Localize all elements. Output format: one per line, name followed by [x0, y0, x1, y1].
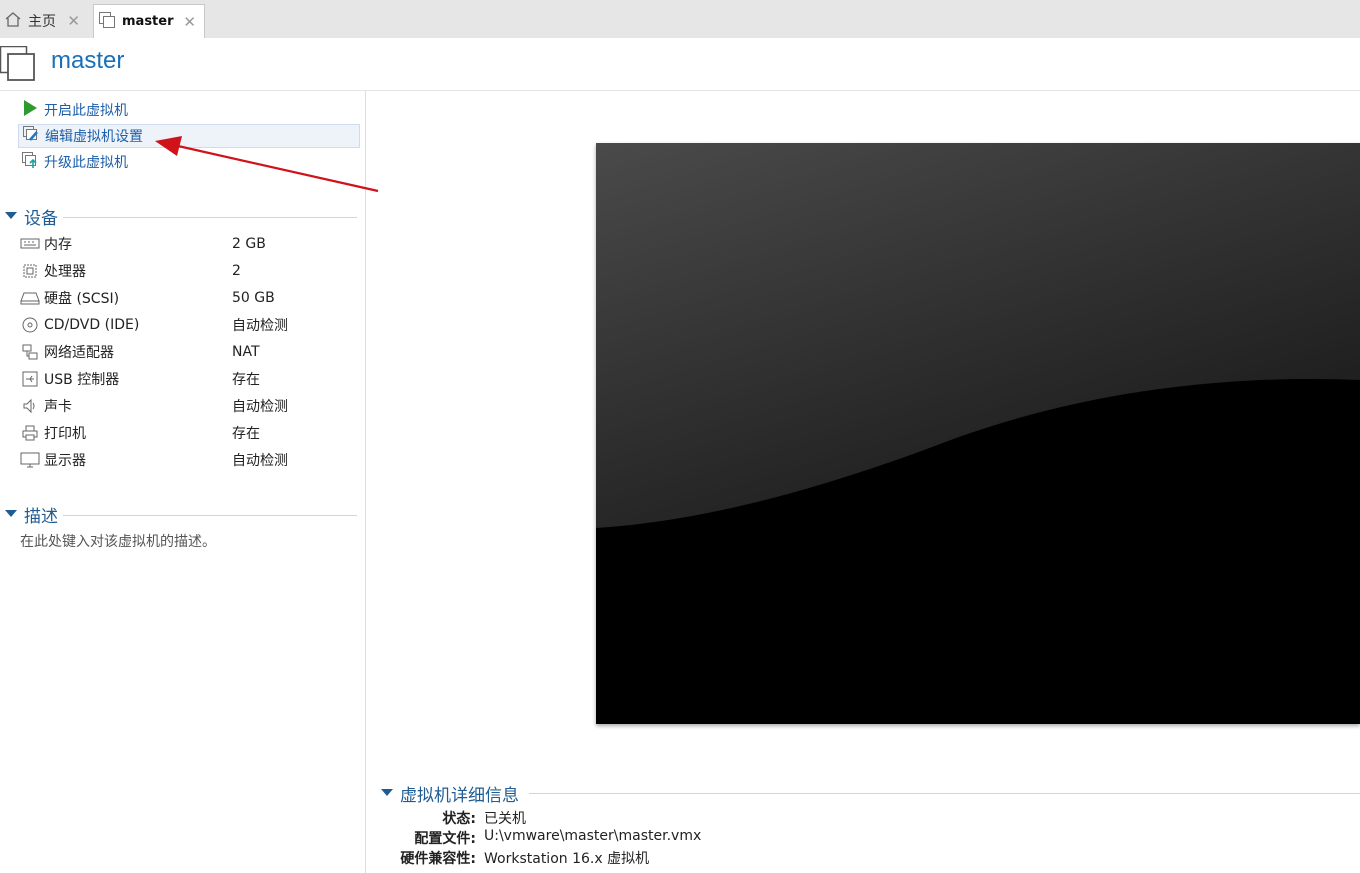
device-value: NAT	[232, 344, 260, 360]
device-name: 处理器	[44, 264, 86, 280]
device-row-display[interactable]: 显示器 自动检测	[20, 449, 360, 471]
device-value: 自动检测	[232, 318, 288, 334]
device-row-network[interactable]: 网络适配器 NAT	[20, 341, 360, 363]
vm-icon	[0, 45, 38, 88]
collapse-icon[interactable]	[381, 789, 393, 796]
tab-home[interactable]: 主页 ✕	[0, 4, 88, 38]
device-row-sound[interactable]: 声卡 自动检测	[20, 395, 360, 417]
devices-section-title: 设备	[24, 209, 58, 229]
tab-master-label: master	[122, 14, 174, 29]
device-value: 存在	[232, 372, 260, 388]
play-icon	[21, 99, 39, 121]
description-section-title: 描述	[24, 507, 58, 527]
device-row-usb[interactable]: USB 控制器 存在	[20, 368, 360, 390]
detail-key: 硬件兼容性:	[400, 851, 476, 867]
collapse-icon[interactable]	[5, 510, 17, 517]
device-row-memory[interactable]: 内存 2 GB	[20, 233, 360, 255]
device-value: 自动检测	[232, 453, 288, 469]
device-row-cpu[interactable]: 处理器 2	[20, 260, 360, 282]
description-section-header[interactable]: 描述	[5, 504, 357, 527]
device-name: 显示器	[44, 453, 86, 469]
devices-section-header[interactable]: 设备	[5, 206, 357, 229]
usb-icon	[20, 370, 40, 388]
detail-key: 状态:	[442, 811, 476, 827]
edit-settings-icon	[22, 125, 40, 147]
vm-header: master	[0, 38, 1360, 91]
action-label: 开启此虚拟机	[44, 103, 128, 119]
cd-icon	[20, 316, 40, 334]
monitor-icon	[20, 451, 40, 469]
divider	[63, 217, 357, 218]
edit-vm-settings-button[interactable]: 编辑虚拟机设置	[18, 124, 360, 148]
page-title: master	[51, 47, 125, 74]
device-name: USB 控制器	[44, 372, 120, 388]
cpu-icon	[20, 262, 40, 280]
divider	[529, 793, 1360, 794]
detail-value: U:\vmware\master\master.vmx	[484, 828, 702, 844]
device-name: CD/DVD (IDE)	[44, 317, 140, 333]
vm-screen-graphic	[596, 143, 1360, 724]
device-name: 内存	[44, 237, 72, 253]
device-value: 存在	[232, 426, 260, 442]
vm-icon	[98, 11, 116, 33]
memory-icon	[20, 235, 40, 253]
device-row-printer[interactable]: 打印机 存在	[20, 422, 360, 444]
vm-screen-preview[interactable]	[596, 143, 1360, 724]
tab-master[interactable]: master ✕	[93, 4, 205, 38]
device-value: 2 GB	[232, 236, 266, 252]
detail-row-config-file: 配置文件: U:\vmware\master\master.vmx	[381, 828, 1360, 848]
harddisk-icon	[20, 289, 40, 307]
device-row-cd-dvd[interactable]: CD/DVD (IDE) 自动检测	[20, 314, 360, 336]
vm-details-section-header[interactable]: 虚拟机详细信息	[381, 781, 1360, 806]
device-value: 50 GB	[232, 290, 275, 306]
device-name: 硬盘 (SCSI)	[44, 291, 120, 307]
detail-row-status: 状态: 已关机	[381, 808, 1360, 828]
tab-home-label: 主页	[28, 14, 56, 30]
device-value: 自动检测	[232, 399, 288, 415]
power-on-vm-button[interactable]: 开启此虚拟机	[18, 98, 360, 122]
left-panel: 开启此虚拟机 编辑虚拟机设置 升级此虚拟机 设备 内存 2 GB 处理器 2 硬…	[0, 91, 366, 873]
detail-key: 配置文件:	[414, 831, 476, 847]
network-icon	[20, 343, 40, 361]
description-text[interactable]: 在此处键入对该虚拟机的描述。	[20, 531, 216, 551]
vm-details-title: 虚拟机详细信息	[400, 786, 519, 806]
action-label: 升级此虚拟机	[44, 155, 128, 171]
tab-bar: 主页 ✕ master ✕	[0, 0, 1360, 38]
printer-icon	[20, 424, 40, 442]
speaker-icon	[20, 397, 40, 415]
action-label: 编辑虚拟机设置	[45, 129, 143, 145]
device-name: 打印机	[44, 426, 86, 442]
detail-value: 已关机	[484, 811, 526, 827]
device-row-harddisk[interactable]: 硬盘 (SCSI) 50 GB	[20, 287, 360, 309]
close-icon[interactable]: ✕	[67, 12, 80, 30]
close-icon[interactable]: ✕	[183, 13, 196, 31]
upgrade-icon	[21, 151, 39, 173]
detail-value: Workstation 16.x 虚拟机	[484, 851, 650, 867]
device-value: 2	[232, 263, 241, 279]
upgrade-vm-button[interactable]: 升级此虚拟机	[18, 150, 360, 174]
collapse-icon[interactable]	[5, 212, 17, 219]
device-name: 声卡	[44, 399, 72, 415]
detail-row-hardware-compat: 硬件兼容性: Workstation 16.x 虚拟机	[381, 848, 1360, 868]
device-name: 网络适配器	[44, 345, 114, 361]
home-icon	[4, 10, 22, 32]
divider	[63, 515, 357, 516]
